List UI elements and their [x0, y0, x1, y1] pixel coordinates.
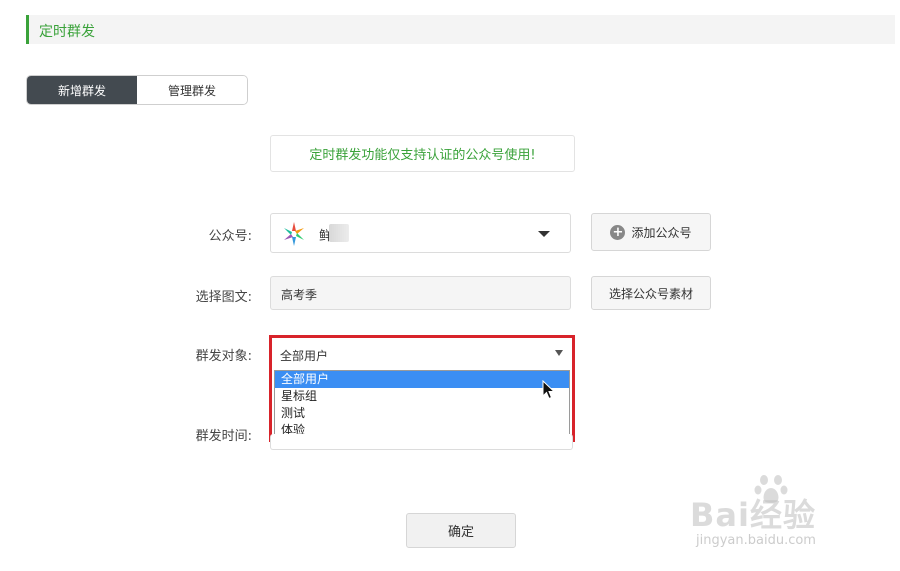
- section-header: 定时群发: [26, 15, 895, 44]
- select-material-button[interactable]: 选择公众号素材: [591, 276, 711, 310]
- target-dropdown-list: 全部用户 星标组 测试 体验: [274, 370, 570, 438]
- target-selected-value: 全部用户: [280, 349, 329, 363]
- tab-new-broadcast[interactable]: 新增群发: [27, 76, 137, 104]
- account-name-redacted: [329, 224, 349, 242]
- target-option-test[interactable]: 测试: [275, 405, 569, 422]
- target-option-starred[interactable]: 星标组: [275, 388, 569, 405]
- target-option-all-users[interactable]: 全部用户: [275, 371, 569, 388]
- add-account-button[interactable]: + 添加公众号: [591, 213, 711, 251]
- tab-bar: 新增群发 管理群发: [26, 75, 248, 105]
- account-label: 公众号:: [208, 229, 252, 244]
- dropdown-arrow-icon: [555, 350, 563, 356]
- mouse-cursor-icon: [542, 380, 556, 400]
- target-select[interactable]: 全部用户: [272, 339, 570, 369]
- watermark-url: jingyan.baidu.com: [696, 533, 816, 548]
- watermark-logo: Bai经验: [690, 496, 816, 534]
- scheduled-broadcast-page: 定时群发 新增群发 管理群发 定时群发功能仅支持认证的公众号使用! 公众号: 鲜…: [0, 0, 900, 571]
- article-field[interactable]: 高考季: [270, 276, 571, 310]
- account-select[interactable]: 鲜: [270, 213, 571, 253]
- add-account-label: 添加公众号: [631, 225, 692, 240]
- verification-notice: 定时群发功能仅支持认证的公众号使用!: [270, 135, 575, 172]
- time-label: 群发时间:: [195, 429, 252, 444]
- account-logo-icon: [284, 222, 304, 246]
- target-label: 群发对象:: [195, 349, 252, 364]
- chevron-down-icon: [538, 231, 550, 237]
- article-label: 选择图文:: [195, 290, 252, 305]
- plus-circle-icon: +: [610, 224, 626, 240]
- section-title: 定时群发: [39, 24, 95, 40]
- time-field[interactable]: [270, 434, 573, 450]
- article-value: 高考季: [281, 288, 318, 302]
- confirm-button[interactable]: 确定: [406, 513, 516, 548]
- tab-manage-broadcast[interactable]: 管理群发: [137, 76, 247, 104]
